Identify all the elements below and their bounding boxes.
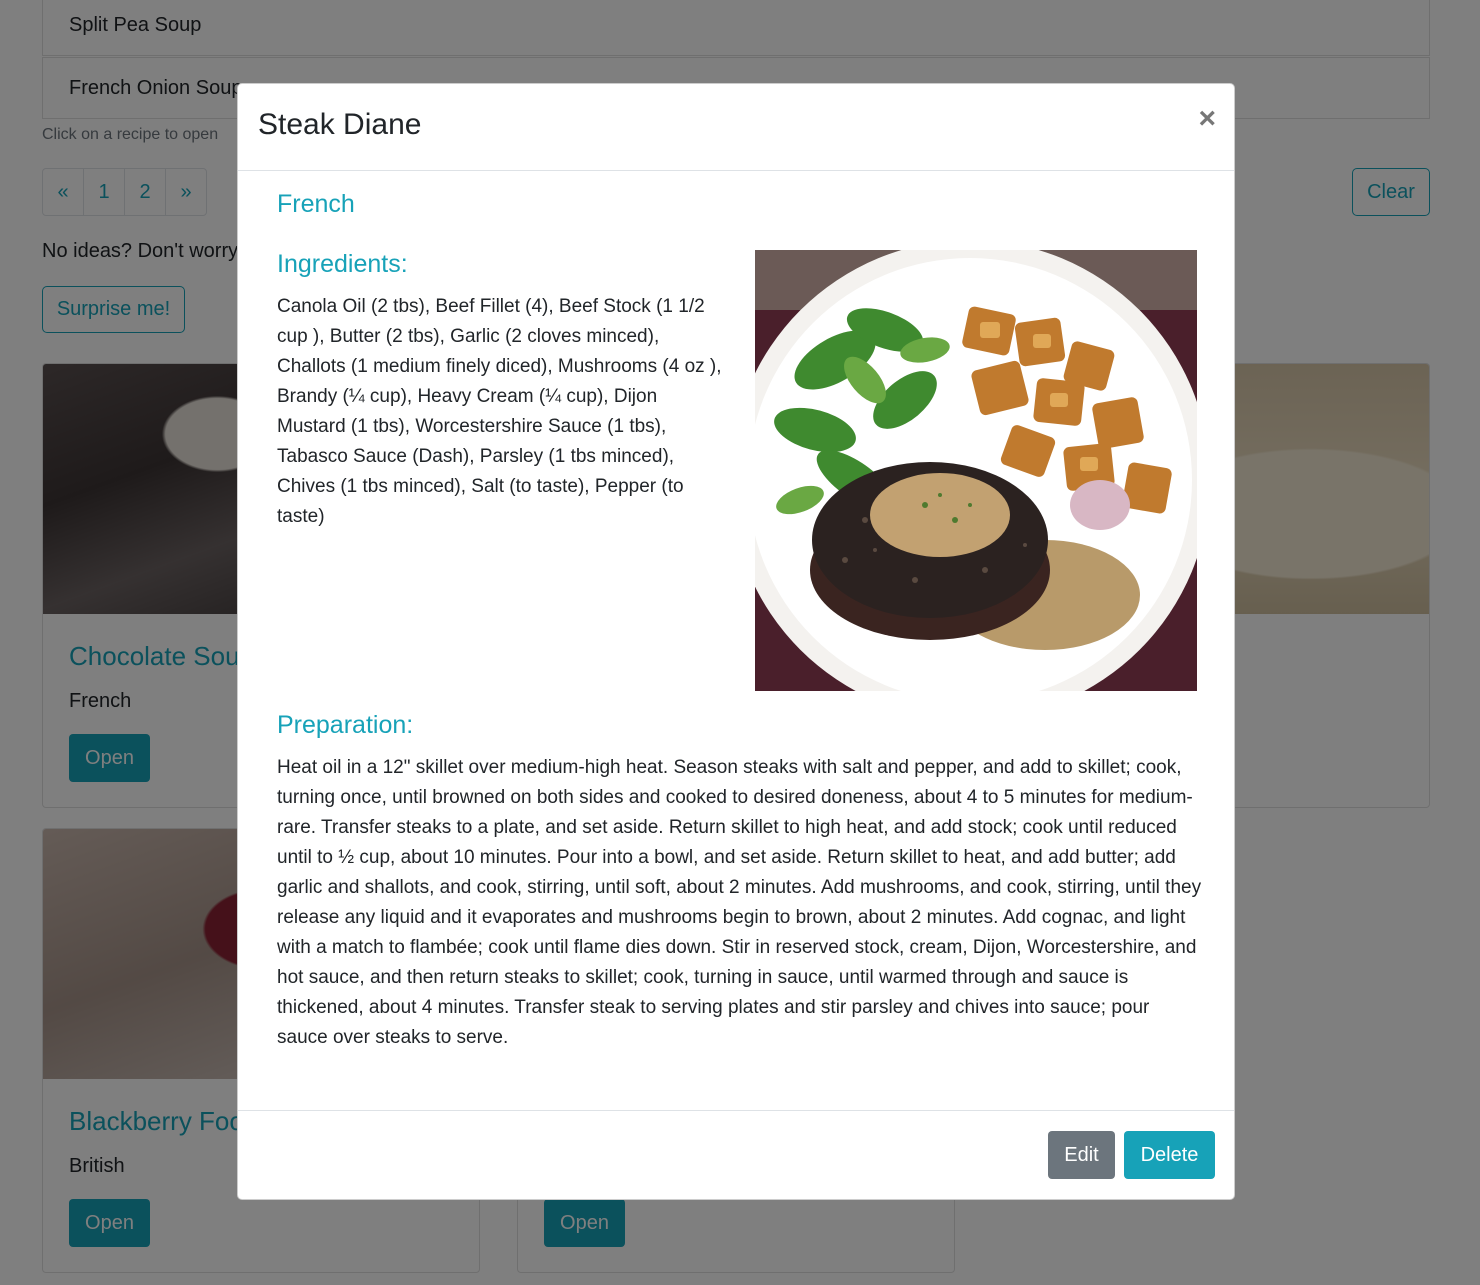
close-icon[interactable]: × (1198, 104, 1216, 134)
preparation-heading: Preparation: (277, 711, 414, 739)
modal-header: Steak Diane × (238, 84, 1234, 171)
recipe-image (755, 250, 1197, 691)
ingredients-heading: Ingredients: (277, 250, 408, 278)
modal-footer: Edit Delete (238, 1110, 1234, 1199)
modal-title: Steak Diane (258, 108, 422, 141)
delete-button[interactable]: Delete (1124, 1131, 1215, 1179)
ingredients-text: Canola Oil (2 tbs), Beef Fillet (4), Bee… (277, 296, 722, 527)
preparation-text: Heat oil in a 12" skillet over medium-hi… (277, 757, 1202, 1048)
recipe-cuisine: French (277, 190, 355, 218)
edit-button[interactable]: Edit (1048, 1131, 1115, 1179)
steak-diane-photo (755, 250, 1197, 691)
recipe-modal: Steak Diane × French Ingredients: Canola… (237, 83, 1235, 1200)
